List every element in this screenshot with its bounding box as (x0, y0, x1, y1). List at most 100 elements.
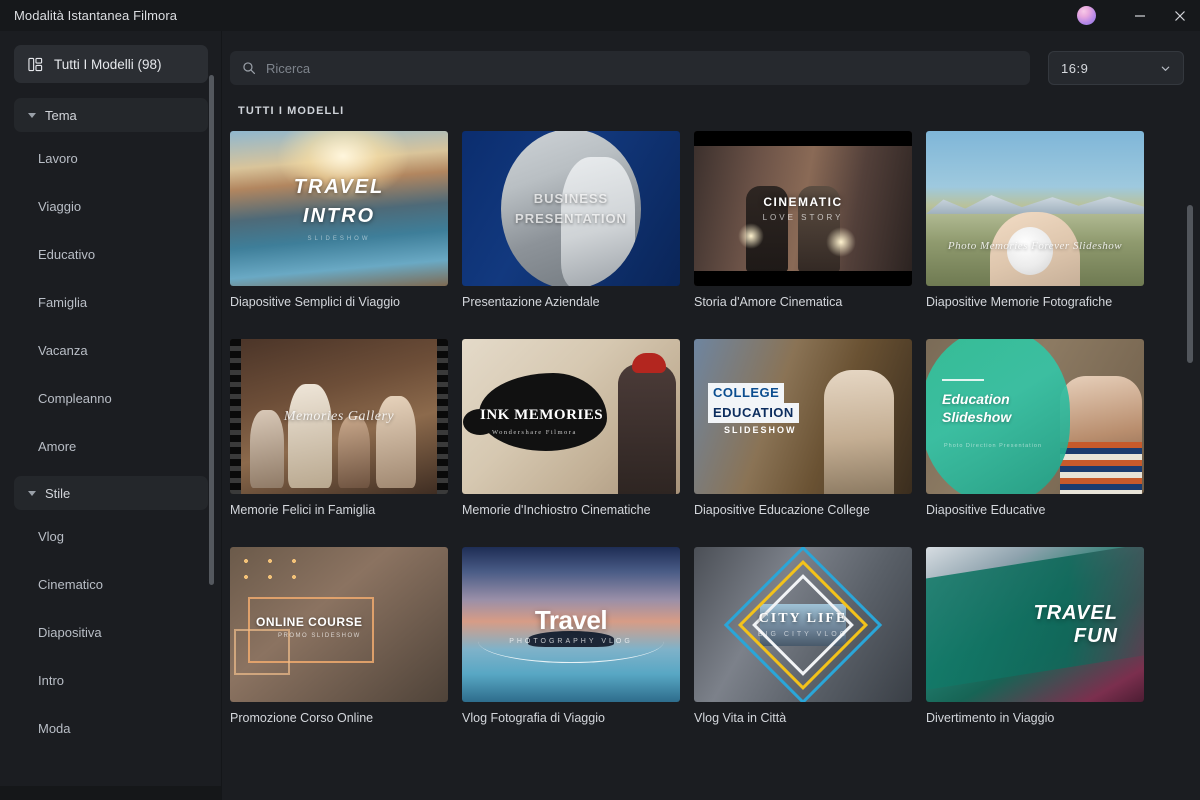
window-title: Modalità Istantanea Filmora (14, 8, 178, 23)
thumbnail-overlay-title: COLLEGE (713, 385, 780, 400)
thumbnail-overlay-title: TRAVEL (293, 175, 385, 198)
titlebar: Modalità Istantanea Filmora (0, 0, 1200, 31)
sidebar-footer (0, 786, 222, 800)
sidebar-scrollbar-thumb[interactable] (209, 75, 214, 585)
template-card[interactable]: CITY LIFE BIG CITY VLOG Vlog Vita in Cit… (694, 547, 912, 725)
sidebar-item-educativo[interactable]: Educativo (0, 230, 222, 278)
sidebar-group-stile[interactable]: Stile (14, 476, 208, 510)
sidebar-item-famiglia[interactable]: Famiglia (0, 278, 222, 326)
sidebar-item-amore[interactable]: Amore (0, 422, 222, 470)
sidebar-item-intro[interactable]: Intro (0, 656, 222, 704)
template-title: Divertimento in Viaggio (926, 711, 1055, 725)
thumbnail-overlay-sub: SLIDESHOW (724, 425, 797, 435)
search-icon (243, 62, 256, 75)
template-thumbnail[interactable]: BUSINESS PRESENTATION (462, 131, 680, 286)
template-grid: TRAVEL INTRO SLIDESHOW Diapositive Sempl… (230, 131, 1178, 749)
thumbnail-overlay-title: ONLINE COURSE (256, 615, 363, 629)
close-button[interactable] (1160, 0, 1200, 31)
template-card[interactable]: BUSINESS PRESENTATION Presentazione Azie… (462, 131, 680, 309)
template-title: Vlog Fotografia di Viaggio (462, 711, 605, 725)
section-title: TUTTI I MODELLI (238, 105, 345, 117)
template-card[interactable]: Photo Memories Forever Slideshow Diaposi… (926, 131, 1144, 309)
chevron-down-icon (28, 112, 36, 118)
template-title: Diapositive Educazione College (694, 503, 870, 517)
chevron-down-icon (28, 490, 36, 496)
template-card[interactable]: TRAVEL INTRO SLIDESHOW Diapositive Sempl… (230, 131, 448, 309)
sidebar-item-lavoro[interactable]: Lavoro (0, 134, 222, 182)
thumbnail-overlay-title2: EDUCATION (713, 405, 794, 420)
thumbnail-overlay-title: INK MEMORIES (480, 407, 604, 424)
search-input[interactable] (266, 60, 1018, 76)
template-thumbnail[interactable]: Memories Gallery (230, 339, 448, 494)
aspect-ratio-select[interactable]: 16:9 (1048, 51, 1184, 85)
thumbnail-overlay-sub: SLIDESHOW (307, 235, 371, 242)
sidebar-item-diapositiva[interactable]: Diapositiva (0, 608, 222, 656)
template-card[interactable]: Education Slideshow Photo Direction Pres… (926, 339, 1144, 517)
thumbnail-overlay-sub: PHOTOGRAPHY VLOG (509, 637, 633, 645)
template-thumbnail[interactable]: ONLINE COURSE PROMO SLIDESHOW (230, 547, 448, 702)
sidebar-scrollbar[interactable] (209, 75, 214, 780)
chevron-down-icon (1161, 66, 1170, 71)
template-title: Storia d'Amore Cinematica (694, 295, 843, 309)
thumbnail-overlay-title2: FUN (1073, 624, 1118, 647)
thumbnail-overlay-sub: Wondershare Filmora (492, 428, 577, 436)
user-avatar-icon[interactable] (1077, 6, 1096, 25)
template-thumbnail[interactable]: Education Slideshow Photo Direction Pres… (926, 339, 1144, 494)
thumbnail-overlay-title2: PRESENTATION (515, 210, 627, 226)
sidebar-item-compleanno[interactable]: Compleanno (0, 374, 222, 422)
template-card[interactable]: INK MEMORIES Wondershare Filmora Memorie… (462, 339, 680, 517)
layout-grid-icon (28, 57, 43, 71)
template-title: Memorie Felici in Famiglia (230, 503, 376, 517)
template-card[interactable]: ONLINE COURSE PROMO SLIDESHOW Promozione… (230, 547, 448, 725)
aspect-ratio-value: 16:9 (1061, 60, 1089, 76)
template-thumbnail[interactable]: CINEMATIC LOVE STORY (694, 131, 912, 286)
main-scrollbar-thumb[interactable] (1187, 205, 1193, 363)
template-card[interactable]: TRAVEL FUN Divertimento in Viaggio (926, 547, 1144, 725)
thumbnail-overlay-title: Memories Gallery (283, 408, 395, 424)
template-thumbnail[interactable]: TRAVEL FUN (926, 547, 1144, 702)
template-thumbnail[interactable]: Photo Memories Forever Slideshow (926, 131, 1144, 286)
template-card[interactable]: Travel PHOTOGRAPHY VLOG Vlog Fotografia … (462, 547, 680, 725)
sidebar-item-vacanza[interactable]: Vacanza (0, 326, 222, 374)
thumbnail-overlay-title: CITY LIFE (758, 611, 848, 626)
sidebar-group-tema[interactable]: Tema (14, 98, 208, 132)
template-thumbnail[interactable]: Travel PHOTOGRAPHY VLOG (462, 547, 680, 702)
sidebar-item-moda[interactable]: Moda (0, 704, 222, 752)
thumbnail-overlay-title: TRAVEL (1033, 601, 1118, 624)
thumbnail-overlay-sub: Photo Direction Presentation (944, 443, 1043, 449)
template-title: Promozione Corso Online (230, 711, 374, 725)
thumbnail-overlay-title2: INTRO (302, 204, 376, 227)
sidebar-item-cinematico[interactable]: Cinematico (0, 560, 222, 608)
thumbnail-overlay-sub: LOVE STORY (762, 213, 844, 222)
template-thumbnail[interactable]: INK MEMORIES Wondershare Filmora (462, 339, 680, 494)
thumbnail-overlay-sub: BIG CITY VLOG (757, 631, 849, 638)
filmora-instant-mode-window: Modalità Istantanea Filmora Tutti I Mode… (0, 0, 1200, 800)
template-title: Diapositive Educative (926, 503, 1046, 517)
sidebar-scroll-area: Tema Lavoro Viaggio Educativo Famiglia V… (0, 92, 222, 786)
sidebar-all-templates-label: Tutti I Modelli (98) (54, 56, 162, 72)
sidebar-item-vlog[interactable]: Vlog (0, 512, 222, 560)
thumbnail-overlay-title: Photo Memories Forever Slideshow (947, 240, 1123, 252)
template-title: Diapositive Memorie Fotografiche (926, 295, 1113, 309)
search-box[interactable] (230, 51, 1030, 85)
toolbar: 16:9 (222, 31, 1200, 105)
sidebar-item-all-templates[interactable]: Tutti I Modelli (98) (14, 45, 208, 83)
template-thumbnail[interactable]: COLLEGE EDUCATION SLIDESHOW (694, 339, 912, 494)
template-title: Presentazione Aziendale (462, 295, 600, 309)
sidebar: Tutti I Modelli (98) Tema Lavoro Viaggio… (0, 31, 222, 800)
templates-content: TUTTI I MODELLI TRAVEL INTRO SLIDESHOW D… (222, 105, 1200, 800)
template-card[interactable]: CINEMATIC LOVE STORY Storia d'Amore Cine… (694, 131, 912, 309)
sidebar-item-viaggio[interactable]: Viaggio (0, 182, 222, 230)
template-thumbnail[interactable]: CITY LIFE BIG CITY VLOG (694, 547, 912, 702)
thumbnail-accent-line (942, 379, 984, 381)
template-thumbnail[interactable]: TRAVEL INTRO SLIDESHOW (230, 131, 448, 286)
main-panel: 16:9 TUTTI I MODELLI TRAVEL (222, 31, 1200, 800)
thumbnail-overlay-title: BUSINESS (533, 191, 609, 206)
minimize-button[interactable] (1120, 0, 1160, 31)
template-title: Memorie d'Inchiostro Cinematiche (462, 503, 651, 517)
sidebar-group-stile-label: Stile (45, 485, 71, 501)
template-card[interactable]: COLLEGE EDUCATION SLIDESHOW Diapositive … (694, 339, 912, 517)
template-card[interactable]: Memories Gallery Memorie Felici in Famig… (230, 339, 448, 517)
window-body: Tutti I Modelli (98) Tema Lavoro Viaggio… (0, 31, 1200, 800)
thumbnail-overlay-title: Education Slideshow (942, 391, 1012, 425)
